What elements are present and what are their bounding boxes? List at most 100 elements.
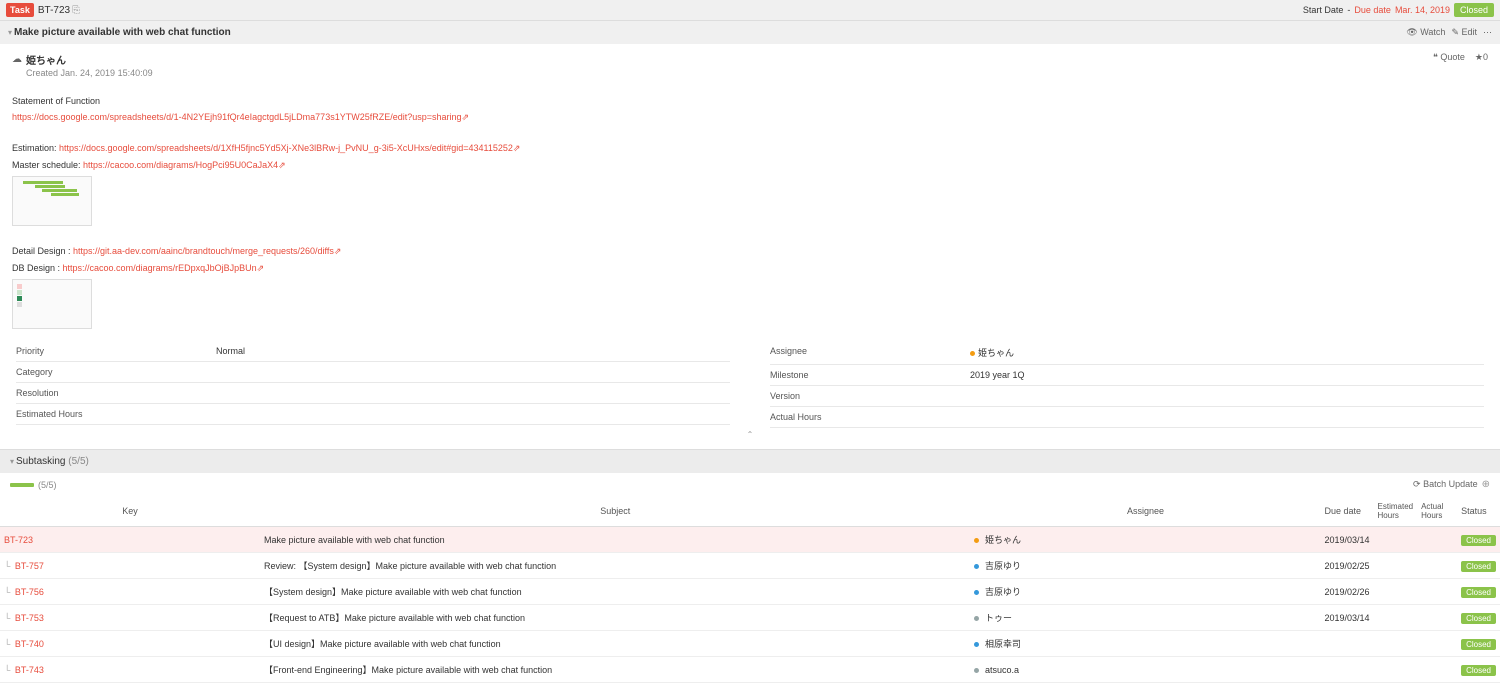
subtask-key-link[interactable]: BT-757 xyxy=(15,561,44,571)
issue-title: Make picture available with web chat fun… xyxy=(14,27,231,38)
db-thumbnail[interactable] xyxy=(12,279,92,329)
chevron-down-icon[interactable]: ▾ xyxy=(10,457,14,466)
task-type-badge: Task xyxy=(6,3,34,17)
detail-label: Detail Design : xyxy=(12,246,73,256)
link-new-window-icon[interactable]: ⇗ xyxy=(513,143,521,153)
edit-button[interactable]: ✎ Edit xyxy=(1451,27,1477,38)
issue-key[interactable]: BT-723 xyxy=(38,5,70,16)
col-due[interactable]: Due date xyxy=(1320,496,1373,527)
title-row: ▾ Make picture available with web chat f… xyxy=(0,21,1500,44)
col-est[interactable]: Estimated Hours xyxy=(1374,496,1418,527)
subtask-assignee: 吉原ゆり xyxy=(970,553,1320,579)
subtask-assignee: atsuco.a xyxy=(970,657,1320,683)
due-date-value: Mar. 14, 2019 xyxy=(1395,5,1450,15)
subtask-subject: Make picture available with web chat fun… xyxy=(260,527,970,553)
actual-hours-label: Actual Hours xyxy=(770,412,970,422)
sched-link[interactable]: https://cacoo.com/diagrams/HogPci95U0CaJ… xyxy=(83,160,278,170)
subtask-table: Key Subject Assignee Due date Estimated … xyxy=(0,496,1500,683)
subtasking-count: (5/5) xyxy=(68,456,89,467)
est-label: Estimation: xyxy=(12,143,59,153)
gantt-thumbnail[interactable] xyxy=(12,176,92,226)
est-hours-label: Estimated Hours xyxy=(16,409,216,419)
batch-update-button[interactable]: ⟳ Batch Update xyxy=(1413,479,1478,490)
subtask-due: 2019/02/25 xyxy=(1320,553,1373,579)
assignee-label: Assignee xyxy=(770,346,970,359)
collapse-handle[interactable]: ⌃ xyxy=(12,428,1488,441)
issue-header: Task BT-723 ⎘ Start Date - Due date Mar.… xyxy=(0,0,1500,21)
author-name[interactable]: 姫ちゃん xyxy=(26,52,66,67)
subtask-due xyxy=(1320,631,1373,657)
add-subtask-icon[interactable]: ⊕ xyxy=(1482,479,1490,490)
subtask-subject: 【Front-end Engineering】Make picture avai… xyxy=(260,657,970,683)
description: Statement of Function https://docs.googl… xyxy=(12,94,1488,329)
col-act[interactable]: Actual Hours xyxy=(1417,496,1457,527)
table-row[interactable]: └ BT-753【Request to ATB】Make picture ava… xyxy=(0,605,1500,631)
link-new-window-icon[interactable]: ⇗ xyxy=(334,246,342,256)
created-date: Created Jan. 24, 2019 15:40:09 xyxy=(26,68,1488,78)
more-icon[interactable]: ⋯ xyxy=(1483,27,1492,38)
status-badge: Closed xyxy=(1461,639,1496,650)
est-link[interactable]: https://docs.google.com/spreadsheets/d/1… xyxy=(59,143,513,153)
progress-text: (5/5) xyxy=(38,480,57,490)
db-label: DB Design : xyxy=(12,263,63,273)
col-assignee[interactable]: Assignee xyxy=(970,496,1320,527)
link-new-window-icon[interactable]: ⇗ xyxy=(462,112,470,122)
subtask-due: 2019/03/14 xyxy=(1320,605,1373,631)
subtask-due: 2019/03/14 xyxy=(1320,527,1373,553)
version-label: Version xyxy=(770,391,970,401)
quote-button[interactable]: ❝ Quote xyxy=(1433,52,1465,62)
status-badge: Closed xyxy=(1461,587,1496,598)
subtask-subject: 【System design】Make picture available wi… xyxy=(260,579,970,605)
subtasking-header[interactable]: ▾ Subtasking (5/5) xyxy=(0,449,1500,473)
col-subject[interactable]: Subject xyxy=(260,496,970,527)
table-row[interactable]: └ BT-756【System design】Make picture avai… xyxy=(0,579,1500,605)
subtask-assignee: トゥー xyxy=(970,605,1320,631)
status-badge: Closed xyxy=(1461,535,1496,546)
subtask-due: 2019/02/26 xyxy=(1320,579,1373,605)
stmt-link[interactable]: https://docs.google.com/spreadsheets/d/1… xyxy=(12,112,462,122)
start-date-label: Start Date xyxy=(1303,5,1344,15)
status-badge: Closed xyxy=(1461,665,1496,676)
subtask-subject: 【Request to ATB】Make picture available w… xyxy=(260,605,970,631)
subtask-assignee: 相原幸司 xyxy=(970,631,1320,657)
subtask-due xyxy=(1320,657,1373,683)
subtask-subject: Review: 【System design】Make picture avai… xyxy=(260,553,970,579)
subtask-assignee: 吉原ゆり xyxy=(970,579,1320,605)
status-badge: Closed xyxy=(1461,561,1496,572)
subtasking-label: Subtasking xyxy=(16,456,65,467)
table-row[interactable]: └ BT-740【UI design】Make picture availabl… xyxy=(0,631,1500,657)
assignee-value: 姫ちゃん xyxy=(970,346,1014,359)
start-date-value: - xyxy=(1347,5,1350,15)
col-key[interactable]: Key xyxy=(0,496,260,527)
star-count[interactable]: ★0 xyxy=(1475,52,1488,62)
stmt-label: Statement of Function xyxy=(12,94,1488,108)
detail-link[interactable]: https://git.aa-dev.com/aainc/brandtouch/… xyxy=(73,246,334,256)
due-date-label: Due date xyxy=(1354,5,1391,15)
watch-button[interactable]: 👁 Watch xyxy=(1406,27,1445,38)
status-badge: Closed xyxy=(1454,3,1494,17)
expand-icon[interactable]: ▾ xyxy=(8,28,12,37)
subtask-key-link[interactable]: BT-740 xyxy=(15,639,44,649)
sched-label: Master schedule: xyxy=(12,160,83,170)
table-row[interactable]: BT-723 Make picture available with web ch… xyxy=(0,527,1500,553)
link-new-window-icon[interactable]: ⇗ xyxy=(278,160,286,170)
subtask-key-link[interactable]: BT-756 xyxy=(15,587,44,597)
subtask-assignee: 姫ちゃん xyxy=(970,527,1320,553)
subtask-key-link[interactable]: BT-723 xyxy=(4,535,33,545)
avatar-icon: ☁ xyxy=(12,54,22,65)
subtask-subject: 【UI design】Make picture available with w… xyxy=(260,631,970,657)
copy-icon[interactable]: ⎘ xyxy=(72,5,80,16)
col-status[interactable]: Status xyxy=(1457,496,1500,527)
milestone-label: Milestone xyxy=(770,370,970,380)
progress-bar xyxy=(10,483,34,487)
subtask-key-link[interactable]: BT-743 xyxy=(15,665,44,675)
table-row[interactable]: └ BT-743【Front-end Engineering】Make pict… xyxy=(0,657,1500,683)
status-badge: Closed xyxy=(1461,613,1496,624)
resolution-label: Resolution xyxy=(16,388,216,398)
milestone-value: 2019 year 1Q xyxy=(970,370,1025,380)
priority-value: Normal xyxy=(216,346,245,356)
link-new-window-icon[interactable]: ⇗ xyxy=(257,263,265,273)
subtask-key-link[interactable]: BT-753 xyxy=(15,613,44,623)
table-row[interactable]: └ BT-757Review: 【System design】Make pict… xyxy=(0,553,1500,579)
db-link[interactable]: https://cacoo.com/diagrams/rEDpxqJbOjBJp… xyxy=(63,263,257,273)
